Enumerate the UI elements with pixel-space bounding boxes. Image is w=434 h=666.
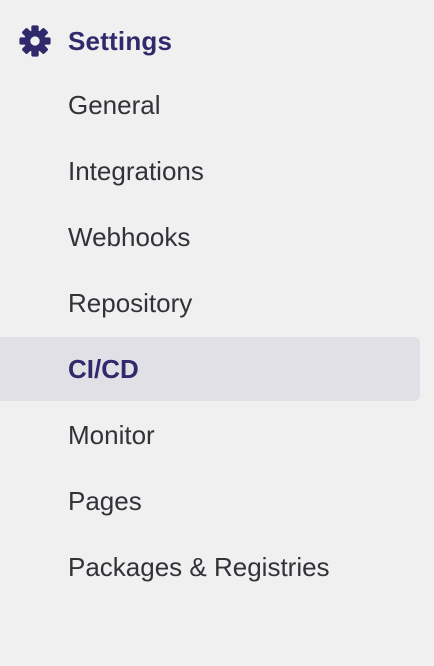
nav-item-ci-cd[interactable]: CI/CD [0, 337, 420, 401]
nav-item-webhooks[interactable]: Webhooks [0, 205, 434, 269]
nav-item-packages-registries[interactable]: Packages & Registries [0, 535, 434, 599]
nav-item-pages[interactable]: Pages [0, 469, 434, 533]
nav-item-repository[interactable]: Repository [0, 271, 434, 335]
nav-item-monitor[interactable]: Monitor [0, 403, 434, 467]
gear-icon [18, 24, 52, 58]
settings-nav-list: General Integrations Webhooks Repository… [0, 73, 434, 601]
settings-sidebar: Settings General Integrations Webhooks R… [0, 0, 434, 666]
settings-section-header[interactable]: Settings [18, 22, 172, 60]
settings-title: Settings [68, 25, 173, 56]
nav-item-integrations[interactable]: Integrations [0, 139, 434, 203]
nav-item-general[interactable]: General [0, 73, 434, 137]
